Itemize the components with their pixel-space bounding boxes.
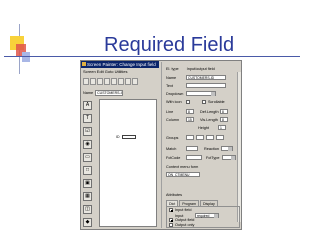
groups-label: Groups xyxy=(166,135,179,140)
reaction-select[interactable] xyxy=(221,146,233,151)
height-label: Height xyxy=(198,125,209,130)
radio-icon[interactable]: ◉ xyxy=(83,140,92,149)
def-length-label: Def.Length xyxy=(200,109,219,114)
box-icon[interactable]: □ xyxy=(83,166,92,175)
line-label: Line xyxy=(166,109,174,114)
toolbar-button[interactable] xyxy=(118,78,124,85)
status-icon[interactable]: ◆ xyxy=(83,218,92,227)
group-field-4[interactable] xyxy=(216,135,224,140)
text-label: Text xyxy=(166,83,173,88)
toolbar-button[interactable] xyxy=(104,78,110,85)
output-field-label: Output field xyxy=(175,218,195,222)
attributes-panel: El. type Input/output field Name CUSTOME… xyxy=(161,62,241,228)
match-label: Match xyxy=(166,146,177,151)
height-field[interactable]: 1 xyxy=(218,125,226,130)
text-icon[interactable]: A xyxy=(83,101,92,110)
column-field[interactable]: 15 xyxy=(186,117,194,122)
group-field-2[interactable] xyxy=(196,135,204,140)
context-menu-field[interactable]: ON_CTMENU_ xyxy=(166,172,200,177)
slide-title: Required Field xyxy=(104,34,235,56)
canvas-field-label: ID xyxy=(116,135,120,139)
dropdown-label: Dropdown xyxy=(166,91,184,96)
output-only-checkbox[interactable] xyxy=(169,223,173,227)
layout-canvas[interactable]: ID xyxy=(99,99,157,227)
toolbar xyxy=(81,76,159,88)
name-field[interactable]: CUSTOMERS-ID xyxy=(186,75,226,80)
input-field-icon[interactable]: T xyxy=(83,114,92,123)
element-palette: A T ☑ ◉ ▭ □ ▣ ▦ ◫ ◆ xyxy=(83,99,97,227)
menu-bar[interactable]: Screen Edit Goto Utilities xyxy=(81,69,159,75)
checkbox-icon[interactable]: ☑ xyxy=(83,127,92,136)
name-input[interactable]: CUSTOMERS-ID xyxy=(95,90,124,96)
window-titlebar: Screen Painter: Change Input field xyxy=(81,61,159,68)
scrollable-checkbox[interactable] xyxy=(202,100,206,104)
column-label: Column xyxy=(166,117,180,122)
fctcode-field[interactable] xyxy=(186,155,202,160)
fctcode-label: FctCode xyxy=(166,155,181,160)
toolbar-button[interactable] xyxy=(111,78,117,85)
toolbar-button[interactable] xyxy=(90,78,96,85)
def-length-field[interactable]: 8 xyxy=(220,109,228,114)
decoration-blue-square xyxy=(22,52,30,62)
text-field[interactable] xyxy=(186,83,226,88)
input-label: Input xyxy=(175,213,184,218)
custom-control-icon[interactable]: ◫ xyxy=(83,205,92,214)
toolbar-button[interactable] xyxy=(125,78,131,85)
group-field-1[interactable] xyxy=(186,135,194,140)
toolbar-button[interactable] xyxy=(83,78,89,85)
toolbar-button[interactable] xyxy=(132,78,138,85)
pushbutton-icon[interactable]: ▭ xyxy=(83,153,92,162)
fcttype-label: FctType xyxy=(206,155,220,160)
subscreen-icon[interactable]: ▣ xyxy=(83,179,92,188)
toolbar-button[interactable] xyxy=(97,78,103,85)
screen-painter-screenshot: Screen Painter: Change Input field Scree… xyxy=(80,60,242,230)
vis-length-label: Vis.Length xyxy=(200,117,218,122)
input-field-checkbox[interactable] xyxy=(169,208,173,212)
reaction-label: Reaction xyxy=(204,146,219,151)
el-type-value: Input/output field xyxy=(186,67,215,71)
name-label: Name xyxy=(166,75,177,80)
scrollable-label: Scrollable xyxy=(208,100,225,104)
match-field[interactable] xyxy=(186,146,198,151)
program-tab-body: Input field Input required Output field … xyxy=(166,206,240,228)
dropdown-select[interactable] xyxy=(186,91,216,96)
name-label: Name xyxy=(83,91,94,95)
canvas-field[interactable]: ID xyxy=(116,135,136,139)
attributes-group-label: Attributes xyxy=(166,193,183,197)
fcttype-select[interactable] xyxy=(221,155,236,160)
el-type-label: El. type xyxy=(166,67,179,71)
line-field[interactable]: 8 xyxy=(186,109,194,114)
context-menu-label: Context menu form xyxy=(166,165,199,169)
input-select[interactable]: required xyxy=(195,213,219,218)
canvas-input-box[interactable] xyxy=(121,135,136,139)
vis-length-field[interactable]: 8 xyxy=(220,117,228,122)
with-icon-label: With icon xyxy=(166,100,182,104)
output-only-label: Output only xyxy=(175,223,195,227)
with-icon-checkbox[interactable] xyxy=(186,100,190,104)
app-icon xyxy=(82,62,86,66)
input-field-label: Input field xyxy=(175,208,192,212)
table-control-icon[interactable]: ▦ xyxy=(83,192,92,201)
group-field-3[interactable] xyxy=(206,135,214,140)
name-row: Name CUSTOMERS-ID xyxy=(81,89,159,97)
output-field-checkbox[interactable] xyxy=(169,218,173,222)
window-title: Screen Painter: Change Input field xyxy=(87,62,156,67)
vertical-scrollbar[interactable] xyxy=(237,72,241,222)
